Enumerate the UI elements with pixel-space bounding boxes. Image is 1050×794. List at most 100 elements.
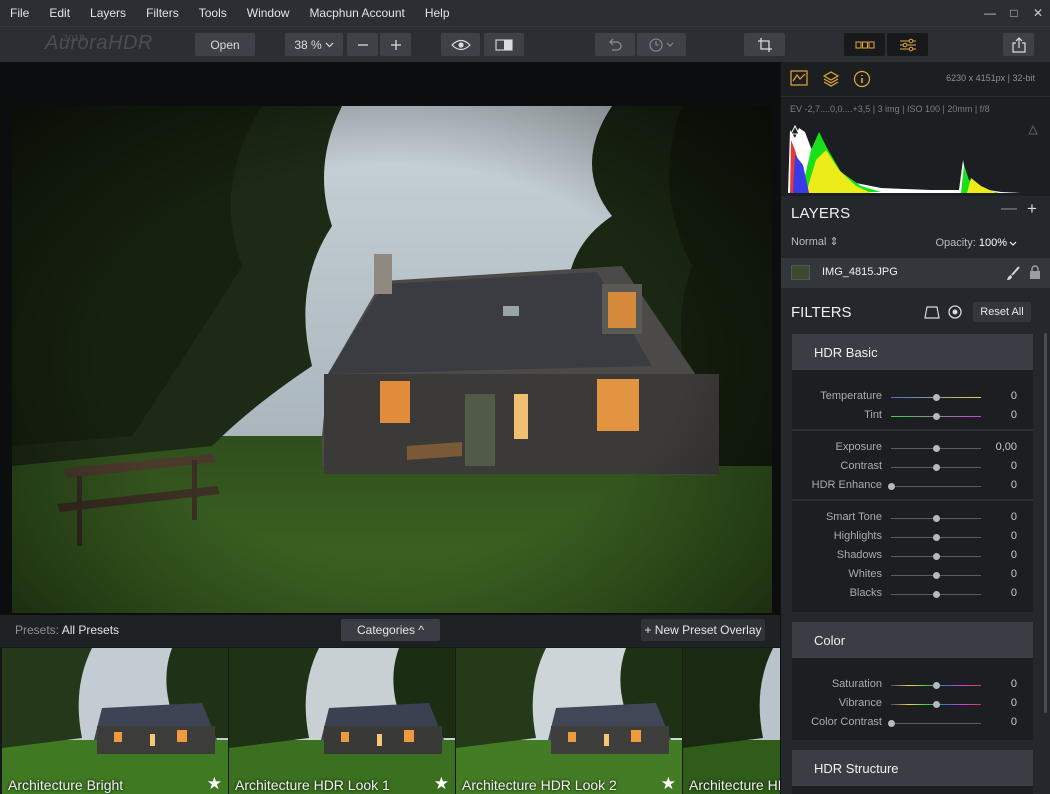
lock-icon[interactable] xyxy=(1029,265,1041,279)
preview-toggle-button[interactable] xyxy=(441,33,480,56)
slider-knob[interactable] xyxy=(933,394,940,401)
favorite-star-icon[interactable]: ★ xyxy=(661,774,676,794)
crop-icon xyxy=(757,37,772,52)
slider-tint[interactable]: Tint 0 xyxy=(792,407,1033,426)
preset-thumbnail[interactable]: Architecture HDR Look 2 ★ xyxy=(456,648,682,794)
aperture-icon[interactable] xyxy=(948,305,962,319)
compare-button[interactable] xyxy=(484,33,524,56)
favorite-star-icon[interactable]: ★ xyxy=(434,774,449,794)
menu-bar: File Edit Layers Filters Tools Window Ma… xyxy=(0,0,1050,26)
zoom-in-button[interactable] xyxy=(380,33,411,56)
blend-mode-select[interactable]: Normal ⇕ xyxy=(791,235,839,248)
slider-saturation[interactable]: Saturation 0 xyxy=(792,676,1033,695)
preset-preview-image xyxy=(683,648,780,794)
reset-all-button[interactable]: Reset All xyxy=(973,302,1031,322)
section-header[interactable]: HDR Basic xyxy=(792,334,1033,370)
slider-knob[interactable] xyxy=(933,682,940,689)
minimize-button[interactable]: — xyxy=(978,6,1002,20)
slider-whites[interactable]: Whites 0 xyxy=(792,566,1033,585)
slider-color-contrast[interactable]: Color Contrast 0 xyxy=(792,714,1033,733)
favorite-star-icon[interactable]: ★ xyxy=(207,774,222,794)
blend-mode-value: Normal xyxy=(791,236,827,248)
menu-filters[interactable]: Filters xyxy=(136,0,189,26)
preset-thumbnail[interactable]: Architecture HDR Look 3 xyxy=(683,648,780,794)
slider-knob[interactable] xyxy=(888,720,895,727)
slider-highlights[interactable]: Highlights 0 xyxy=(792,528,1033,547)
section-header[interactable]: Color xyxy=(792,622,1033,658)
slider-vibrance[interactable]: Vibrance 0 xyxy=(792,695,1033,714)
slider-knob[interactable] xyxy=(888,483,895,490)
presets-view-button[interactable] xyxy=(844,33,885,56)
slider-smart-tone[interactable]: Smart Tone 0 xyxy=(792,509,1033,528)
mask-shape-icon[interactable] xyxy=(924,305,940,319)
slider-knob[interactable] xyxy=(933,534,940,541)
open-button[interactable]: Open xyxy=(195,33,255,56)
slider-value: 0 xyxy=(1010,479,1017,491)
slider-value: 0 xyxy=(1010,678,1017,690)
image-canvas[interactable] xyxy=(0,62,780,615)
slider-track[interactable] xyxy=(891,723,981,724)
slider-knob[interactable] xyxy=(933,413,940,420)
slider-track[interactable] xyxy=(891,486,981,487)
section-color: Color Saturation 0 Vibrance 0 Color Contra… xyxy=(792,622,1033,740)
histogram-icon[interactable] xyxy=(790,70,808,86)
slider-contrast[interactable]: Contrast 0 xyxy=(792,458,1033,477)
slider-knob[interactable] xyxy=(933,572,940,579)
history-button[interactable] xyxy=(637,33,686,56)
maximize-button[interactable]: □ xyxy=(1002,6,1026,20)
menu-tools[interactable]: Tools xyxy=(189,0,237,26)
plus-icon xyxy=(390,39,401,50)
slider-hdr-enhance[interactable]: HDR Enhance 0 xyxy=(792,477,1033,496)
menu-help[interactable]: Help xyxy=(415,0,460,26)
presets-label: Presets: xyxy=(15,623,60,637)
slider-label: Smart Tone xyxy=(825,511,882,523)
menu-window[interactable]: Window xyxy=(237,0,300,26)
slider-knob[interactable] xyxy=(933,464,940,471)
preset-thumbnail[interactable]: Architecture HDR Look 1 ★ xyxy=(229,648,455,794)
section-header[interactable]: HDR Structure xyxy=(792,750,1033,786)
window-controls: — □ ✕ xyxy=(978,0,1050,26)
menu-layers[interactable]: Layers xyxy=(80,0,136,26)
main-photo[interactable] xyxy=(12,106,772,613)
slider-value: 0 xyxy=(1010,568,1017,580)
slider-knob[interactable] xyxy=(933,701,940,708)
slider-temperature[interactable]: Temperature 0 xyxy=(792,388,1033,407)
slider-blacks[interactable]: Blacks 0 xyxy=(792,585,1033,604)
histogram xyxy=(781,120,1050,196)
preset-thumbnail[interactable]: Architecture Bright ★ xyxy=(2,648,228,794)
menu-file[interactable]: File xyxy=(0,0,39,26)
categories-button[interactable]: Categories ^ xyxy=(341,619,440,641)
crop-button[interactable] xyxy=(744,33,785,56)
zoom-out-button[interactable] xyxy=(347,33,378,56)
filters-scrollbar[interactable] xyxy=(1044,333,1047,713)
menu-macphun-account[interactable]: Macphun Account xyxy=(299,0,414,26)
opacity-select[interactable]: Opacity: 100% xyxy=(935,237,1017,249)
slider-knob[interactable] xyxy=(933,515,940,522)
share-button[interactable] xyxy=(1003,33,1034,56)
eye-icon xyxy=(450,39,471,50)
zoom-dropdown[interactable]: 38 % xyxy=(285,33,343,56)
section-hdr-structure: HDR Structure xyxy=(792,750,1033,794)
preset-name: Architecture HDR Look 3 xyxy=(689,777,780,793)
presets-filter[interactable]: Presets: All Presets xyxy=(15,623,119,637)
close-button[interactable]: ✕ xyxy=(1026,6,1050,20)
slider-label: Tint xyxy=(864,409,882,421)
layer-item[interactable]: IMG_4815.JPG xyxy=(781,258,1050,288)
slider-exposure[interactable]: Exposure 0,00 xyxy=(792,439,1033,458)
slider-knob[interactable] xyxy=(933,553,940,560)
slider-knob[interactable] xyxy=(933,591,940,598)
undo-button[interactable] xyxy=(595,33,635,56)
adjustments-view-button[interactable] xyxy=(887,33,928,56)
slider-label: Shadows xyxy=(836,549,882,561)
new-preset-overlay-button[interactable]: + New Preset Overlay xyxy=(641,619,765,641)
slider-knob[interactable] xyxy=(933,445,940,452)
slider-shadows[interactable]: Shadows 0 xyxy=(792,547,1033,566)
layers-icon[interactable] xyxy=(822,70,840,88)
menu-edit[interactable]: Edit xyxy=(39,0,80,26)
brush-icon[interactable] xyxy=(1005,265,1021,281)
add-layer-button[interactable]: + xyxy=(1027,199,1037,219)
slider-label: Vibrance xyxy=(838,697,882,709)
info-icon[interactable] xyxy=(853,70,871,88)
preset-preview-image xyxy=(229,648,455,794)
remove-layer-button[interactable]: — xyxy=(1001,200,1017,218)
